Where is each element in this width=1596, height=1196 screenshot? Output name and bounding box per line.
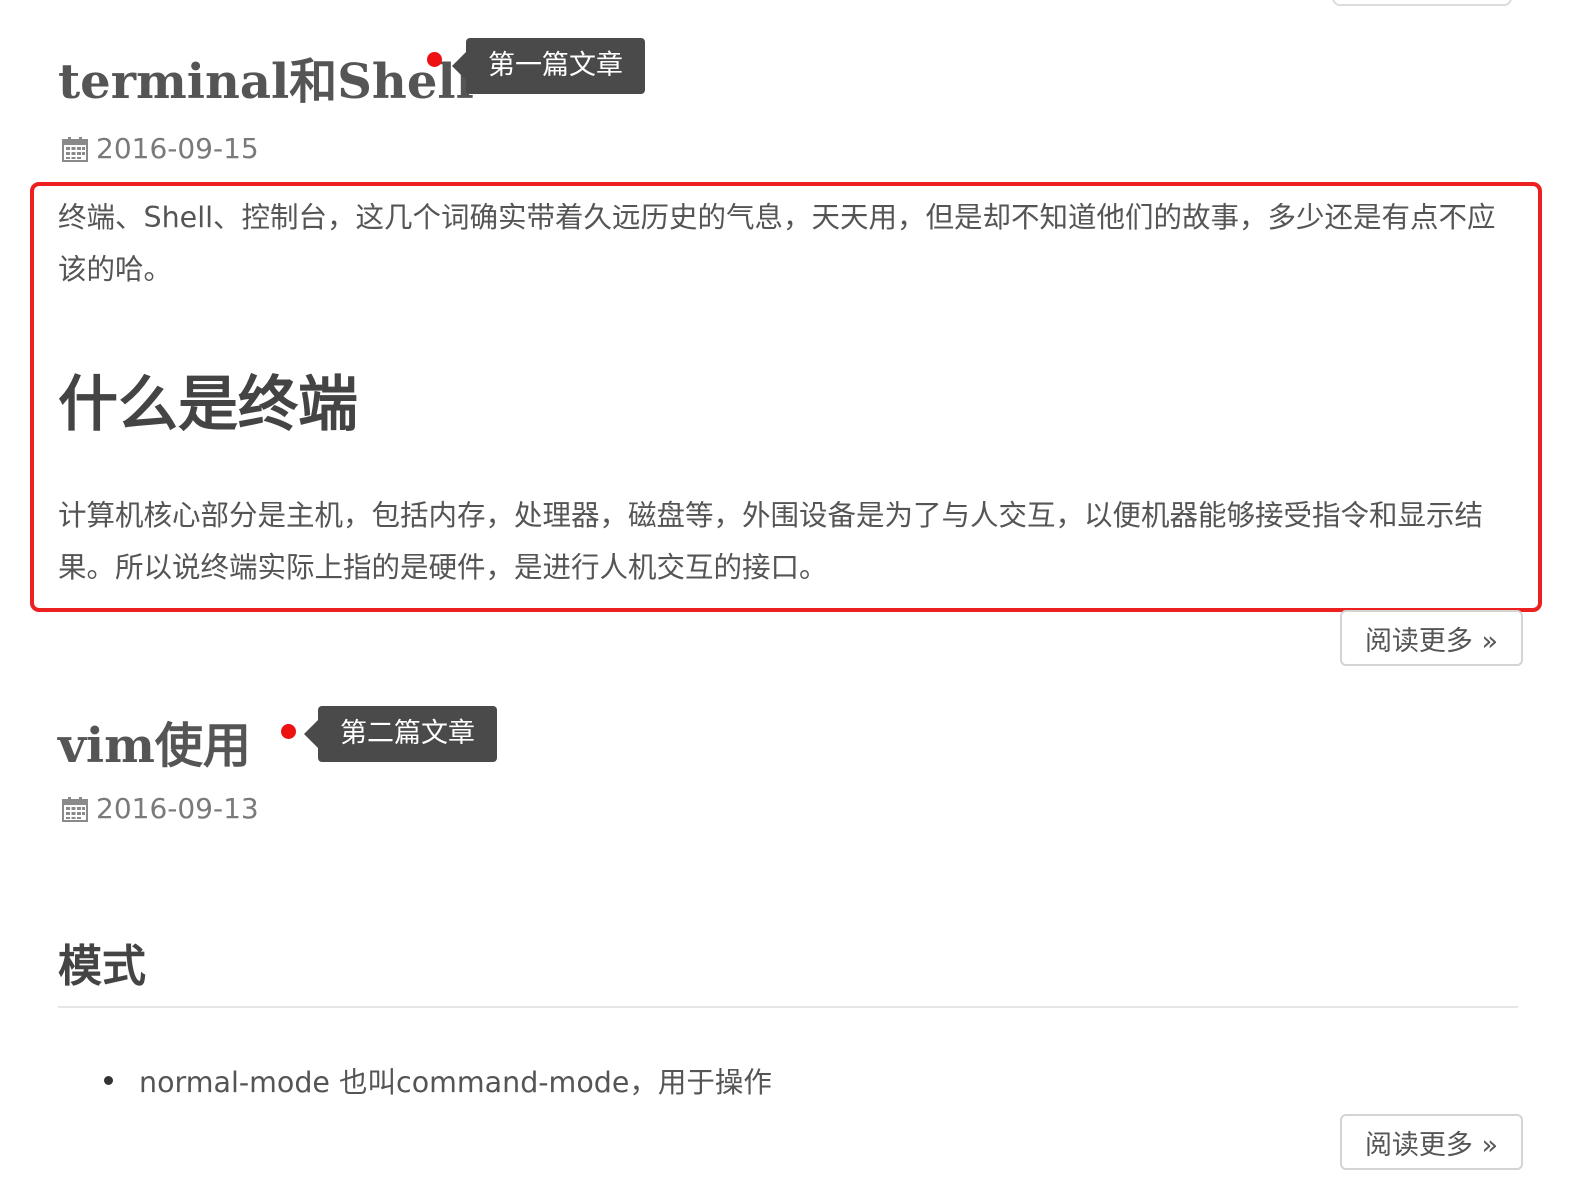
list-item-text: normal-mode 也叫command-mode，用于操作	[139, 1066, 772, 1099]
excerpt-heading: 模式	[58, 941, 146, 992]
excerpt-heading: 什么是终端	[58, 370, 358, 440]
post-excerpt-body: 计算机核心部分是主机，包括内存，处理器，磁盘等，外围设备是为了与人交互，以便机器…	[58, 499, 1484, 584]
new-indicator-dot	[281, 724, 296, 739]
read-more-button[interactable]: 阅读更多 »	[1340, 1114, 1523, 1170]
post-date: 2016-09-13	[96, 792, 259, 825]
excerpt-list: normal-mode 也叫command-mode，用于操作	[104, 1060, 772, 1101]
read-more-button[interactable]: 阅读更多 »	[1340, 610, 1523, 666]
list-item: normal-mode 也叫command-mode，用于操作	[104, 1060, 772, 1101]
heading-divider	[58, 1006, 1518, 1008]
calendar-icon	[62, 796, 88, 822]
bullet-icon	[104, 1076, 113, 1085]
post-title[interactable]: terminal和Shell	[58, 42, 474, 112]
calendar-icon	[62, 136, 88, 162]
post-meta: 2016-09-15	[62, 132, 259, 165]
post-tag: 第一篇文章	[452, 38, 645, 94]
post-excerpt-intro: 终端、Shell、控制台，这几个词确实带着久远历史的气息，天天用，但是却不知道他…	[58, 201, 1496, 286]
post-date: 2016-09-15	[96, 132, 259, 165]
read-more-button-previous[interactable]	[1332, 0, 1512, 6]
post-tag: 第二篇文章	[304, 706, 497, 762]
post-meta: 2016-09-13	[62, 792, 259, 825]
new-indicator-dot	[427, 52, 442, 67]
post-title[interactable]: vim使用	[58, 706, 251, 776]
